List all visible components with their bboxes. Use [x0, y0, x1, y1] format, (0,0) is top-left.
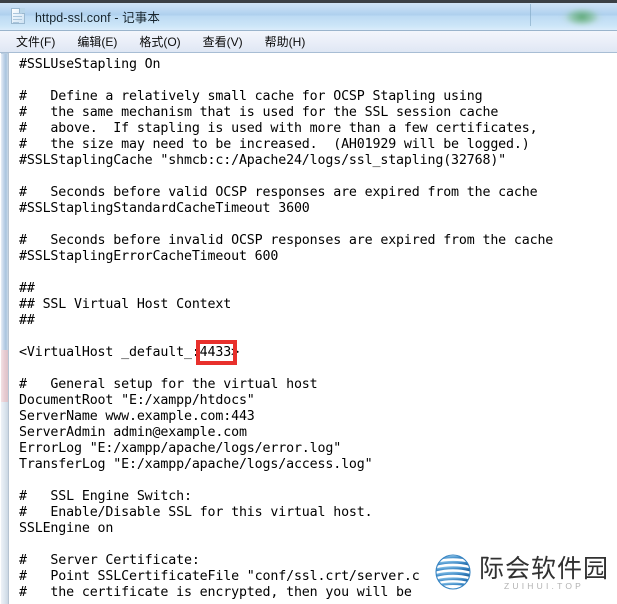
menu-format[interactable]: 格式(O)	[132, 32, 187, 52]
editor-line[interactable]: # Enable/Disable SSL for this virtual ho…	[19, 505, 617, 521]
editor-line[interactable]: # Server Certificate:	[19, 553, 617, 569]
scrollbar-edge	[8, 53, 9, 604]
menu-help[interactable]: 帮助(H)	[258, 32, 313, 52]
editor-line[interactable]: SSLEngine on	[19, 521, 617, 537]
editor-line[interactable]	[19, 537, 617, 553]
editor-line[interactable]	[19, 169, 617, 185]
scrollbar-marker	[1, 350, 8, 402]
editor-line[interactable]: # above. If stapling is used with more t…	[19, 121, 617, 137]
editor-line[interactable]: # SSL Engine Switch:	[19, 489, 617, 505]
menu-view[interactable]: 查看(V)	[196, 32, 250, 52]
editor-line[interactable]: # Seconds before invalid OCSP responses …	[19, 233, 617, 249]
editor-line[interactable]: DocumentRoot "E:/xampp/htdocs"	[19, 393, 617, 409]
text-editor-area[interactable]: #SSLUseStapling On # Define a relatively…	[11, 53, 617, 604]
menu-bar: 文件(F) 编辑(E) 格式(O) 查看(V) 帮助(H)	[0, 31, 617, 53]
notepad-window: httpd-ssl.conf - 记事本 文件(F) 编辑(E) 格式(O) 查…	[0, 0, 617, 604]
editor-line[interactable]: ##	[19, 313, 617, 329]
editor-line[interactable]: ## SSL Virtual Host Context	[19, 297, 617, 313]
editor-line[interactable]: # General setup for the virtual host	[19, 377, 617, 393]
editor-line[interactable]	[19, 329, 617, 345]
title-bar[interactable]: httpd-ssl.conf - 记事本	[0, 0, 617, 31]
editor-line[interactable]	[19, 473, 617, 489]
editor-line[interactable]	[19, 217, 617, 233]
window-title: httpd-ssl.conf - 记事本	[35, 11, 160, 25]
editor-line[interactable]: #SSLStaplingCache "shmcb:c:/Apache24/log…	[19, 153, 617, 169]
editor-line[interactable]: TransferLog "E:/xampp/apache/logs/access…	[19, 457, 617, 473]
editor-line[interactable]: # the size may need to be increased. (AH…	[19, 137, 617, 153]
editor-line[interactable]	[19, 73, 617, 89]
scrollbar-lower-track[interactable]	[1, 402, 8, 604]
editor-line[interactable]: ServerAdmin admin@example.com	[19, 425, 617, 441]
menu-edit[interactable]: 编辑(E)	[70, 32, 124, 52]
editor-line[interactable]: #SSLStaplingStandardCacheTimeout 3600	[19, 201, 617, 217]
editor-line[interactable]: ErrorLog "E:/xampp/apache/logs/error.log…	[19, 441, 617, 457]
config-file-content[interactable]: #SSLUseStapling On # Define a relatively…	[19, 57, 617, 601]
editor-line[interactable]	[19, 265, 617, 281]
scrollbar-thumb[interactable]	[1, 53, 8, 350]
notepad-icon	[10, 7, 27, 25]
editor-line[interactable]: # Point SSLCertificateFile "conf/ssl.crt…	[19, 569, 617, 585]
editor-line[interactable]: # Seconds before valid OCSP responses ar…	[19, 185, 617, 201]
editor-line[interactable]: # Define a relatively small cache for OC…	[19, 89, 617, 105]
editor-line[interactable]: ServerName www.example.com:443	[19, 409, 617, 425]
editor-line[interactable]: ##	[19, 281, 617, 297]
menu-file[interactable]: 文件(F)	[9, 32, 62, 52]
editor-line[interactable]: # the certificate is encrypted, then you…	[19, 585, 617, 601]
background-window-scrollbar[interactable]	[0, 53, 10, 604]
editor-line[interactable]: <VirtualHost _default_:4433>	[19, 345, 617, 361]
title-bar-seam	[530, 4, 531, 26]
editor-line[interactable]: #SSLUseStapling On	[19, 57, 617, 73]
editor-line[interactable]: #SSLStaplingErrorCacheTimeout 600	[19, 249, 617, 265]
editor-line[interactable]	[19, 361, 617, 377]
editor-line[interactable]: # the same mechanism that is used for th…	[19, 105, 617, 121]
